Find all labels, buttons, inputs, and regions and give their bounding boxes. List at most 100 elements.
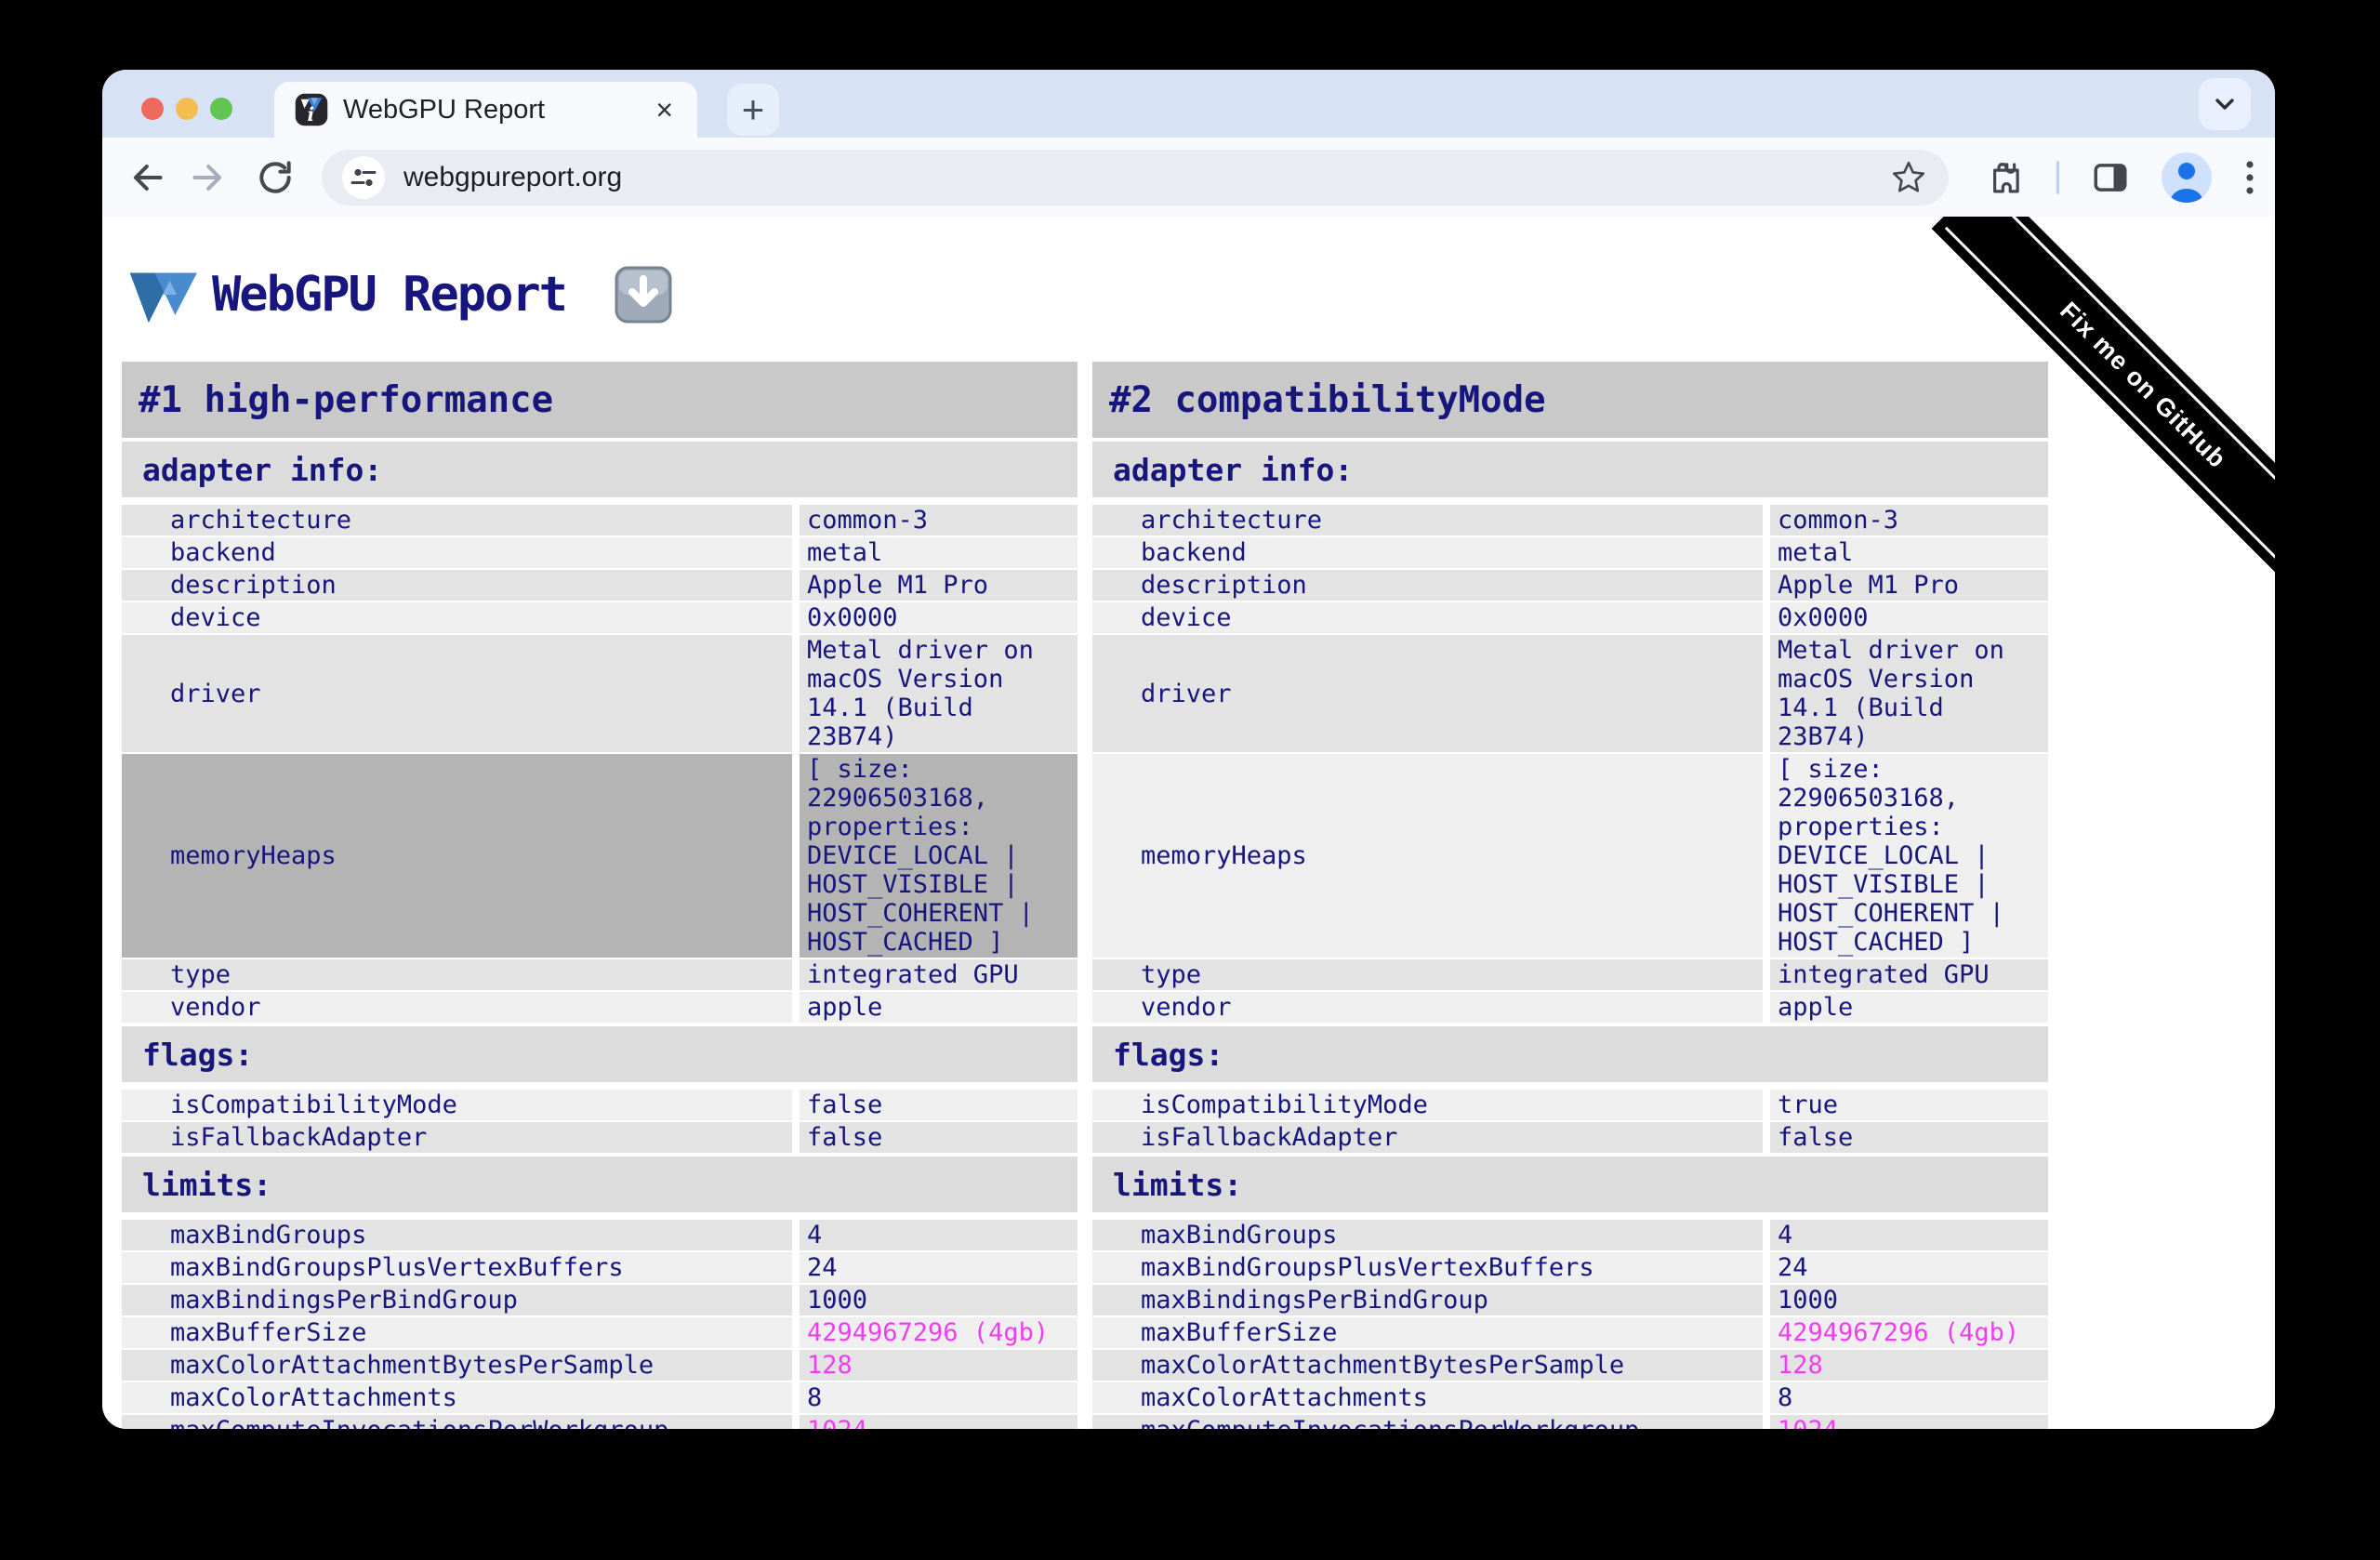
row-value: common-3 [800,505,1078,535]
side-panel-icon [2094,163,2127,192]
table-row: isFallbackAdapter false [122,1122,1078,1153]
side-panel-button[interactable] [2091,158,2130,197]
section-heading: limits: [1092,1157,2048,1212]
row-value: 128 [800,1350,1078,1381]
row-key: maxComputeInvocationsPerWorkgroup [122,1415,792,1429]
row-value: false [1770,1122,2048,1153]
table-row: driver Metal driver on macOS Version 14.1… [1092,635,2048,752]
row-value: common-3 [1770,505,2048,535]
screenshot-stage: i WebGPU Report × + webgpureport.org Fix… [0,0,2380,1560]
row-value: 0x0000 [800,602,1078,633]
row-key: vendor [1092,992,1763,1023]
table-row: architecture common-3 [122,505,1078,535]
site-info-chip[interactable] [342,155,385,199]
extensions-button[interactable] [1986,158,2025,197]
table-row: description Apple M1 Pro [122,570,1078,601]
table-row: maxColorAttachments 8 [1092,1382,2048,1413]
row-key: maxBindGroups [1092,1220,1763,1250]
section-heading: adapter info: [122,442,1078,497]
page-content: Fix me on GitHub WebGPU Report #1 high-p… [102,217,2275,1429]
row-value: integrated GPU [800,959,1078,990]
row-key: architecture [1092,505,1763,535]
row-value: true [1770,1090,2048,1120]
row-value: false [800,1090,1078,1120]
webgpu-logo-icon [129,272,197,324]
browser-tab[interactable]: i WebGPU Report × [274,82,697,138]
row-value: [ size: 22906503168, properties: DEVICE_… [800,754,1078,958]
table-row: device 0x0000 [122,602,1078,633]
profile-avatar[interactable] [2162,152,2212,203]
row-key: device [122,602,792,633]
adapter-panels: #1 high-performance adapter info: architec… [122,362,2048,1429]
row-key: maxBindingsPerBindGroup [1092,1285,1763,1315]
table-row: maxColorAttachmentBytesPerSample 128 [1092,1350,2048,1381]
row-value: metal [1770,537,2048,568]
table-row: type integrated GPU [122,959,1078,990]
url-bar[interactable]: webgpureport.org [322,149,1949,205]
row-key: type [122,959,792,990]
toolbar-icons [1986,152,2256,203]
table-row: backend metal [1092,537,2048,568]
table-row: maxColorAttachmentBytesPerSample 128 [122,1350,1078,1381]
bookmark-star-button[interactable] [1889,158,1928,197]
row-value: metal [800,537,1078,568]
toolbar-divider [2056,160,2059,194]
row-key: device [1092,602,1763,633]
back-button[interactable] [123,155,167,200]
row-value: Metal driver on macOS Version 14.1 (Buil… [1770,635,2048,752]
row-key: description [122,570,792,601]
row-key: isCompatibilityMode [1092,1090,1763,1120]
table-row: description Apple M1 Pro [1092,570,2048,601]
section-heading: flags: [122,1026,1078,1082]
browser-menu-button[interactable] [2243,157,2256,198]
panel-title: #2 compatibilityMode [1092,362,2048,438]
panel-title: #1 high-performance [122,362,1078,438]
table-row: maxBindGroupsPlusVertexBuffers 24 [1092,1252,2048,1283]
row-value: 4294967296 (4gb) [800,1317,1078,1348]
minimize-window-button[interactable] [176,98,198,120]
row-value: 1024 [1770,1415,2048,1429]
row-key: type [1092,959,1763,990]
row-key: maxBindGroups [122,1220,792,1250]
row-key: architecture [122,505,792,535]
url-text: webgpureport.org [403,161,623,192]
row-value: false [800,1122,1078,1153]
tab-strip: i WebGPU Report × + [102,70,2275,138]
gpu-panel: #2 compatibilityMode adapter info: archite… [1092,362,2048,1429]
table-row: maxBindingsPerBindGroup 1000 [1092,1285,2048,1315]
row-key: vendor [122,992,792,1023]
star-icon [1892,161,1925,192]
tab-title: WebGPU Report [343,94,546,125]
section-heading: limits: [122,1157,1078,1212]
table-row: memoryHeaps[ size: 22906503168, properti… [1092,754,2048,958]
zoom-window-button[interactable] [210,98,232,120]
download-report-button[interactable] [615,266,672,324]
row-key: isFallbackAdapter [1092,1122,1763,1153]
row-value: 1000 [1770,1285,2048,1315]
close-window-button[interactable] [141,98,164,120]
table-row: memoryHeaps[ size: 22906503168, properti… [122,754,1078,958]
table-row: maxBindingsPerBindGroup 1000 [122,1285,1078,1315]
row-value: 8 [800,1382,1078,1413]
row-value: 1024 [800,1415,1078,1429]
reload-button[interactable] [253,155,298,200]
row-value: 128 [1770,1350,2048,1381]
row-key: maxBindGroupsPlusVertexBuffers [122,1252,792,1283]
table-row: maxBindGroups 4 [1092,1220,2048,1250]
row-key: backend [1092,537,1763,568]
row-key: maxComputeInvocationsPerWorkgroup [1092,1415,1763,1429]
puzzle-icon [1993,162,2019,192]
table-row: maxBindGroupsPlusVertexBuffers 24 [122,1252,1078,1283]
row-key: memoryHeaps [1092,754,1763,958]
table-row: maxComputeInvocationsPerWorkgroup 1024 [122,1415,1078,1429]
kebab-menu-icon [2246,160,2254,194]
tab-close-icon[interactable]: × [652,93,677,126]
table-row: architecture common-3 [1092,505,2048,535]
forward-button[interactable] [188,155,232,200]
row-value: 24 [800,1252,1078,1283]
table-row: maxBufferSize 4294967296 (4gb) [1092,1317,2048,1348]
back-arrow-icon [133,164,163,191]
new-tab-button[interactable]: + [727,84,779,136]
row-value: 4 [1770,1220,2048,1250]
tab-search-button[interactable] [2199,78,2251,130]
